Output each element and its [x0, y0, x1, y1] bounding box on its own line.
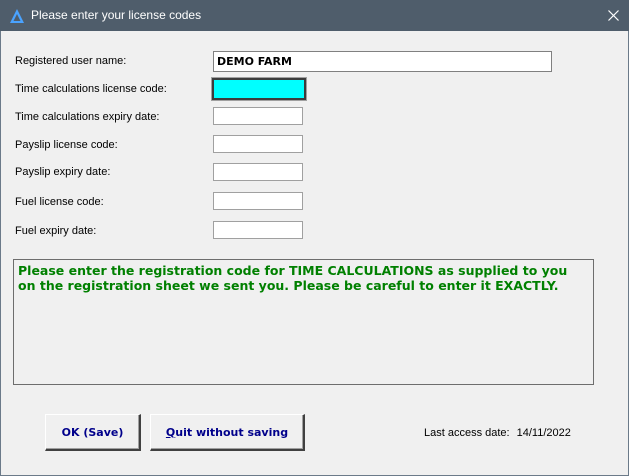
close-button[interactable]: [598, 0, 629, 31]
time-license-input[interactable]: [211, 77, 307, 101]
time-expiry-label: Time calculations expiry date:: [15, 111, 160, 123]
payslip-license-input[interactable]: [213, 135, 303, 153]
fuel-expiry-label: Fuel expiry date:: [15, 225, 97, 237]
last-access-info: Last access date: 14/11/2022: [424, 427, 571, 439]
payslip-license-label: Payslip license code:: [15, 139, 118, 151]
triangle-logo-icon: [9, 8, 25, 24]
ok-save-button[interactable]: OK (Save): [45, 414, 141, 451]
time-expiry-input[interactable]: [213, 107, 303, 125]
fuel-license-label: Fuel license code:: [15, 196, 104, 208]
window-title: Please enter your license codes: [31, 8, 202, 22]
registered-user-label: Registered user name:: [15, 55, 127, 67]
registered-user-input[interactable]: DEMO FARM: [213, 51, 552, 72]
fuel-license-input[interactable]: [213, 192, 303, 210]
instruction-text: Please enter the registration code for T…: [18, 263, 568, 293]
quit-label-rest: uit without saving: [175, 425, 289, 439]
time-license-label: Time calculations license code:: [15, 83, 167, 95]
window-border: [0, 31, 1, 476]
quit-without-saving-button[interactable]: Quit without saving: [150, 414, 305, 451]
title-bar[interactable]: Please enter your license codes: [0, 0, 629, 31]
last-access-label: Last access date:: [424, 427, 510, 439]
payslip-expiry-label: Payslip expiry date:: [15, 166, 111, 178]
quit-label: Quit without saving: [166, 426, 288, 439]
instruction-box: Please enter the registration code for T…: [13, 259, 594, 385]
payslip-expiry-input[interactable]: [213, 163, 303, 181]
last-access-date: 14/11/2022: [516, 427, 571, 439]
fuel-expiry-input[interactable]: [213, 221, 303, 239]
quit-label-mnemonic: Q: [165, 425, 176, 439]
ok-save-label: OK (Save): [61, 425, 124, 439]
close-icon: [608, 10, 619, 21]
